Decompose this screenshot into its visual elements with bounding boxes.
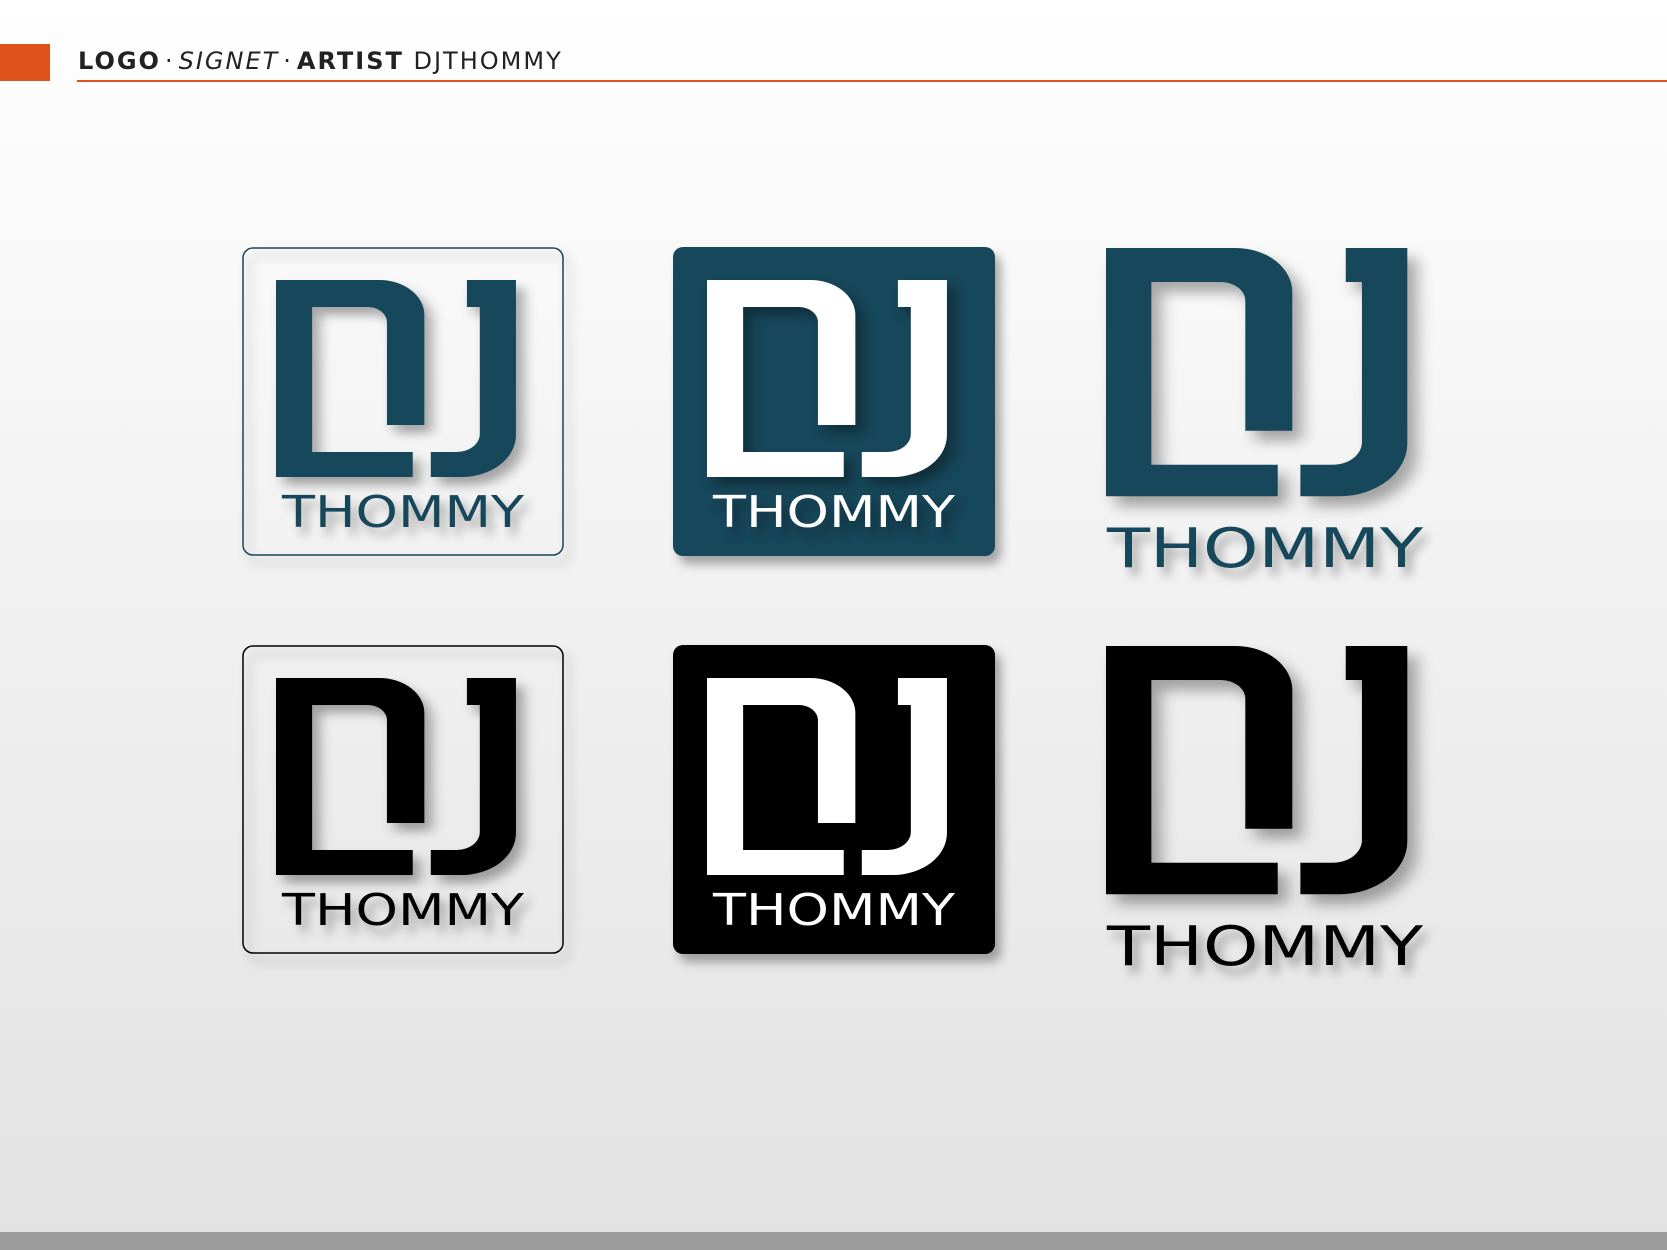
signet-svg: THOMMY [242, 645, 564, 954]
logo-teal-outline: THOMMY [242, 247, 564, 556]
signet-letter-d [1106, 646, 1293, 895]
wordmark-text: THOMMY [281, 885, 524, 936]
signet-letter-d [276, 280, 425, 477]
footer-bar [0, 1232, 1667, 1250]
wordmark-text: THOMMY [1106, 915, 1425, 978]
signet-letter-j [430, 678, 516, 875]
logo-black-filled: THOMMY [673, 645, 995, 954]
dj-signet [1106, 646, 1408, 895]
wordmark-text: THOMMY [712, 885, 955, 936]
signet-svg: THOMMY [673, 247, 995, 556]
logo-teal-plain: THOMMY [1104, 247, 1426, 580]
logo-black-plain: THOMMY [1104, 645, 1426, 978]
signet-letter-j [1300, 646, 1408, 895]
header-artist: ARTIST [296, 47, 404, 75]
signet-svg: THOMMY [242, 247, 564, 556]
signet-svg: THOMMY [673, 645, 995, 954]
page-header: LOGO · SIGNET · ARTIST DJTHOMMY [78, 46, 563, 76]
dj-signet [1106, 248, 1408, 497]
wordmark-text: THOMMY [712, 487, 955, 538]
wordmark-text: THOMMY [281, 487, 524, 538]
dj-signet [276, 678, 516, 875]
wordmark-text: THOMMY [1106, 517, 1425, 580]
header-separator: · [283, 47, 293, 75]
signet-svg: THOMMY [1106, 248, 1424, 580]
signet-letter-j [430, 280, 516, 477]
signet-letter-d [276, 678, 425, 875]
dj-signet [276, 280, 516, 477]
signet-svg: THOMMY [1106, 646, 1424, 978]
header-artist-name: DJTHOMMY [413, 47, 563, 75]
header-rule [77, 80, 1667, 82]
signet-letter-j [1300, 248, 1408, 497]
logo-black-outline: THOMMY [242, 645, 564, 954]
header-logo: LOGO [78, 47, 161, 75]
signet-letter-d [1106, 248, 1293, 497]
accent-bar [0, 44, 50, 81]
header-separator: · [164, 47, 175, 75]
logo-teal-filled: THOMMY [673, 247, 995, 556]
header-signet: SIGNET [178, 47, 280, 75]
